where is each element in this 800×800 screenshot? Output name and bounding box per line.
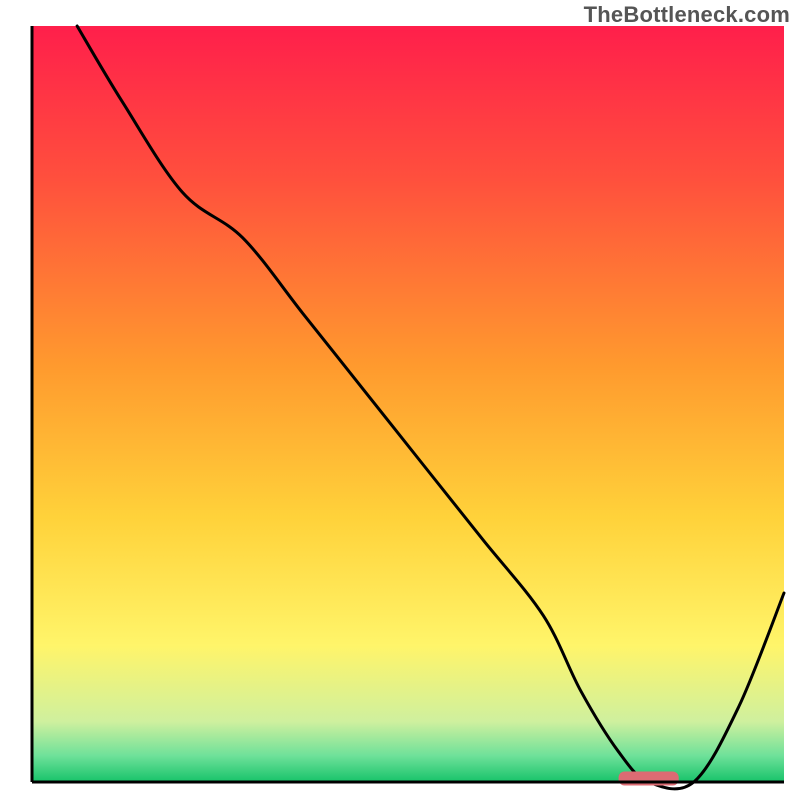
- bottleneck-chart-svg: [0, 0, 800, 800]
- chart-container: TheBottleneck.com: [0, 0, 800, 800]
- watermark-text: TheBottleneck.com: [584, 2, 790, 28]
